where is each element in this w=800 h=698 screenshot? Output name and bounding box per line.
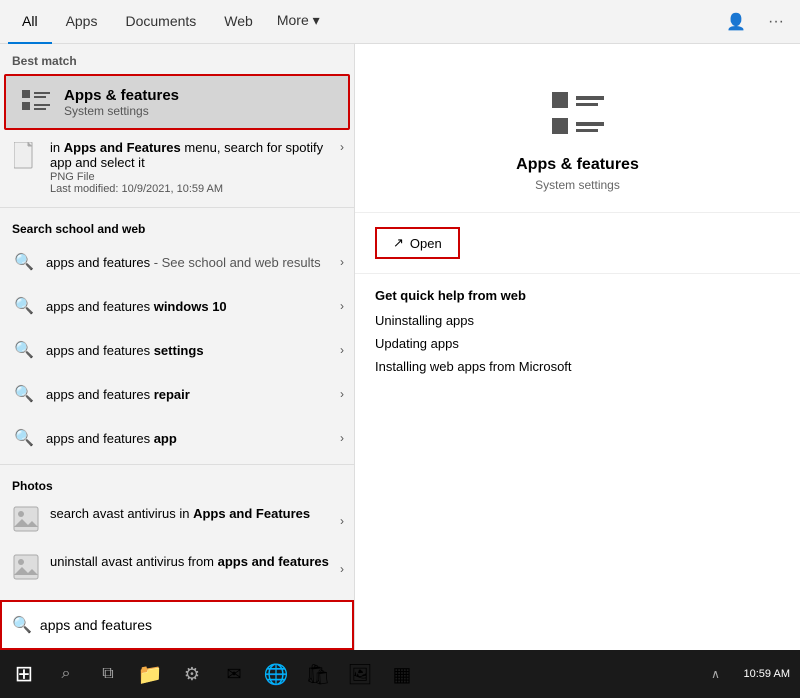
best-match-title: Apps & features xyxy=(64,87,179,104)
help-title: Get quick help from web xyxy=(375,288,780,303)
help-link-2[interactable]: Installing web apps from Microsoft xyxy=(375,359,780,374)
search-taskbar[interactable]: ⌕ xyxy=(46,654,86,694)
taskbar: ⊞ ⌕ ⧉ 📁 ⚙ ✉ 🌐 🛍 🖼 ▦ ∧ 10:59 AM xyxy=(0,650,800,698)
file-type: PNG File xyxy=(50,171,340,183)
search-text-4: apps and features app xyxy=(46,431,340,446)
photo-result-1[interactable]: uninstall avast antivirus from apps and … xyxy=(0,545,354,593)
photo-icon-1 xyxy=(10,553,42,585)
taskbar-overflow[interactable]: ∧ xyxy=(696,654,736,694)
apps-features-icon xyxy=(18,84,54,120)
chevron-3: › xyxy=(340,387,344,401)
divider-2 xyxy=(0,464,354,465)
file-result-content: in Apps and Features menu, search for sp… xyxy=(50,140,340,195)
left-panel: Best match Apps & features System sett xyxy=(0,44,355,650)
search-school-label: Search school and web xyxy=(0,212,354,240)
taskbar-clock: 10:59 AM xyxy=(738,654,796,694)
photo-content-1: uninstall avast antivirus from apps and … xyxy=(50,553,340,571)
chevron-4: › xyxy=(340,431,344,445)
best-match-item[interactable]: Apps & features System settings xyxy=(4,74,350,130)
help-link-0[interactable]: Uninstalling apps xyxy=(375,313,780,328)
file-icon xyxy=(10,140,42,172)
mail-button[interactable]: ✉ xyxy=(214,654,254,694)
detail-title: Apps & features xyxy=(516,156,639,174)
detail-help: Get quick help from web Uninstalling app… xyxy=(355,274,800,396)
tab-apps[interactable]: Apps xyxy=(52,0,112,44)
search-result-4[interactable]: 🔍 apps and features app › xyxy=(0,416,354,460)
chevron-icon: › xyxy=(340,140,344,154)
chevron-1: › xyxy=(340,299,344,313)
search-result-1[interactable]: 🔍 apps and features windows 10 › xyxy=(0,284,354,328)
best-match-subtitle: System settings xyxy=(64,104,179,118)
tab-all[interactable]: All xyxy=(8,0,52,44)
best-match-label: Best match xyxy=(0,44,354,72)
divider xyxy=(0,207,354,208)
user-icon[interactable]: 👤 xyxy=(720,6,752,38)
search-result-3[interactable]: 🔍 apps and features repair › xyxy=(0,372,354,416)
start-button[interactable]: ⊞ xyxy=(4,654,44,694)
main-area: Best match Apps & features System sett xyxy=(0,44,800,650)
open-button[interactable]: ↗ Open xyxy=(375,227,460,259)
photo-content-0: search avast antivirus in Apps and Featu… xyxy=(50,505,340,523)
open-icon: ↗ xyxy=(393,235,404,251)
search-icon-3: 🔍 xyxy=(10,380,38,408)
search-result-2[interactable]: 🔍 apps and features settings › xyxy=(0,328,354,372)
search-bar: 🔍 xyxy=(0,600,354,650)
tab-bar: All Apps Documents Web More ▾ 👤 ··· xyxy=(0,0,800,44)
results-area: Best match Apps & features System sett xyxy=(0,44,354,600)
detail-subtitle: System settings xyxy=(535,178,620,192)
search-result-0[interactable]: 🔍 apps and features - See school and web… xyxy=(0,240,354,284)
photos-label: Photos xyxy=(0,469,354,497)
search-icon-0: 🔍 xyxy=(10,248,38,276)
tab-documents[interactable]: Documents xyxy=(111,0,210,44)
search-icon-2: 🔍 xyxy=(10,336,38,364)
photo-result-0[interactable]: search avast antivirus in Apps and Featu… xyxy=(0,497,354,545)
file-name: in Apps and Features menu, search for sp… xyxy=(50,140,340,170)
photo-icon-0 xyxy=(10,505,42,537)
search-text-0: apps and features - See school and web r… xyxy=(46,255,340,270)
best-match-text: Apps & features System settings xyxy=(64,87,179,118)
photo-chevron-1: › xyxy=(340,562,344,576)
right-panel: Apps & features System settings ↗ Open G… xyxy=(355,44,800,650)
tab-more[interactable]: More ▾ xyxy=(267,0,330,44)
search-input[interactable] xyxy=(40,617,342,633)
detail-actions: ↗ Open xyxy=(355,213,800,274)
photo-chevron-0: › xyxy=(340,514,344,528)
tiles-button[interactable]: ▦ xyxy=(382,654,422,694)
detail-big-icon xyxy=(548,84,608,144)
search-icon-4: 🔍 xyxy=(10,424,38,452)
file-date: Last modified: 10/9/2021, 10:59 AM xyxy=(50,183,340,195)
photos-app-button[interactable]: 🖼 xyxy=(340,654,380,694)
file-explorer-button[interactable]: 📁 xyxy=(130,654,170,694)
open-label: Open xyxy=(410,236,442,251)
file-result[interactable]: in Apps and Features menu, search for sp… xyxy=(0,132,354,203)
task-view-button[interactable]: ⧉ xyxy=(88,654,128,694)
search-icon-1: 🔍 xyxy=(10,292,38,320)
store-button[interactable]: 🛍 xyxy=(298,654,338,694)
tab-web[interactable]: Web xyxy=(210,0,267,44)
search-text-2: apps and features settings xyxy=(46,343,340,358)
edge-button[interactable]: 🌐 xyxy=(256,654,296,694)
chevron-0: › xyxy=(340,255,344,269)
search-text-1: apps and features windows 10 xyxy=(46,299,340,314)
search-text-3: apps and features repair xyxy=(46,387,340,402)
settings-button[interactable]: ⚙ xyxy=(172,654,212,694)
chevron-2: › xyxy=(340,343,344,357)
ellipsis-icon[interactable]: ··· xyxy=(760,6,792,38)
help-link-1[interactable]: Updating apps xyxy=(375,336,780,351)
search-bar-icon: 🔍 xyxy=(12,615,32,635)
detail-top: Apps & features System settings xyxy=(355,44,800,213)
